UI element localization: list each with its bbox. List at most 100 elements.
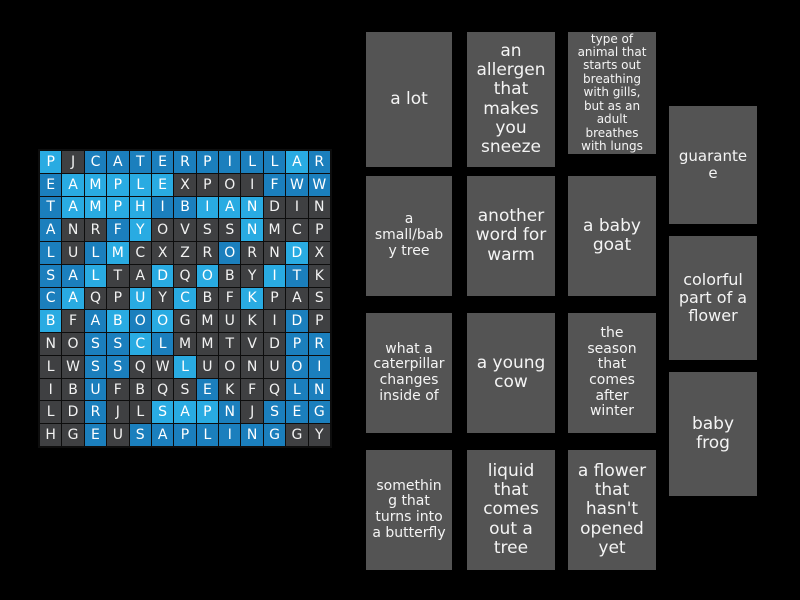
grid-cell[interactable]: S — [219, 219, 241, 242]
card-spring-desc[interactable]: the season that comes after winter — [568, 313, 656, 433]
grid-cell[interactable]: M — [196, 333, 219, 355]
grid-cell[interactable]: V — [174, 219, 196, 242]
grid-cell[interactable]: W — [62, 355, 84, 378]
grid-cell[interactable]: P — [40, 151, 62, 173]
grid-cell[interactable]: P — [107, 287, 129, 310]
grid-cell[interactable]: U — [219, 310, 241, 333]
card-baby-goat[interactable]: a baby goat — [568, 176, 656, 296]
grid-cell[interactable]: A — [129, 264, 151, 287]
grid-cell[interactable]: P — [107, 196, 129, 219]
grid-cell[interactable]: C — [129, 333, 151, 355]
grid-cell[interactable]: S — [308, 287, 330, 310]
grid-cell[interactable]: N — [241, 355, 263, 378]
card-sap-desc[interactable]: liquid that comes out a tree — [467, 450, 555, 570]
grid-cell[interactable]: L — [84, 264, 107, 287]
grid-cell[interactable]: M — [107, 242, 129, 264]
grid-cell[interactable]: S — [263, 401, 286, 424]
grid-cell[interactable]: L — [40, 242, 62, 264]
grid-cell[interactable]: A — [62, 287, 84, 310]
grid-cell[interactable]: O — [62, 333, 84, 355]
grid-cell[interactable]: M — [174, 333, 196, 355]
grid-cell[interactable]: U — [263, 355, 286, 378]
grid-cell[interactable]: F — [219, 287, 241, 310]
grid-cell[interactable]: V — [241, 333, 263, 355]
grid-cell[interactable]: N — [241, 196, 263, 219]
grid-cell[interactable]: A — [219, 196, 241, 219]
grid-cell[interactable]: B — [107, 310, 129, 333]
grid-cell[interactable]: H — [40, 424, 62, 446]
grid-cell[interactable]: G — [62, 424, 84, 446]
grid-cell[interactable]: A — [107, 151, 129, 173]
grid-cell[interactable]: I — [308, 355, 330, 378]
grid-cell[interactable]: A — [40, 219, 62, 242]
grid-cell[interactable]: E — [40, 173, 62, 196]
grid-cell[interactable]: L — [241, 151, 263, 173]
grid-cell[interactable]: C — [129, 242, 151, 264]
grid-cell[interactable]: A — [62, 173, 84, 196]
grid-cell[interactable]: O — [151, 219, 174, 242]
grid-cell[interactable]: F — [107, 378, 129, 401]
grid-cell[interactable]: E — [196, 378, 219, 401]
grid-cell[interactable]: I — [196, 196, 219, 219]
grid-cell[interactable]: K — [308, 264, 330, 287]
grid-cell[interactable]: G — [286, 424, 308, 446]
grid-cell[interactable]: E — [286, 401, 308, 424]
grid-cell[interactable]: D — [263, 196, 286, 219]
grid-cell[interactable]: E — [151, 151, 174, 173]
grid-cell[interactable]: N — [241, 424, 263, 446]
grid-cell[interactable]: P — [308, 219, 330, 242]
grid-cell[interactable]: F — [62, 310, 84, 333]
grid-cell[interactable]: N — [263, 242, 286, 264]
grid-cell[interactable]: C — [174, 287, 196, 310]
grid-cell[interactable]: U — [107, 424, 129, 446]
grid-cell[interactable]: S — [84, 355, 107, 378]
grid-cell[interactable]: Q — [174, 264, 196, 287]
grid-cell[interactable]: P — [196, 401, 219, 424]
grid-cell[interactable]: S — [129, 424, 151, 446]
card-sapling-desc[interactable]: a small/baby tree — [366, 176, 452, 296]
grid-cell[interactable]: N — [308, 196, 330, 219]
grid-cell[interactable]: Q — [263, 378, 286, 401]
grid-cell[interactable]: I — [263, 310, 286, 333]
grid-cell[interactable]: W — [308, 173, 330, 196]
grid-cell[interactable]: X — [151, 242, 174, 264]
card-tadpole[interactable]: baby frog — [669, 372, 757, 496]
grid-cell[interactable]: Q — [129, 355, 151, 378]
grid-cell[interactable]: N — [241, 219, 263, 242]
grid-cell[interactable]: A — [286, 287, 308, 310]
grid-cell[interactable]: W — [286, 173, 308, 196]
grid-cell[interactable]: F — [241, 378, 263, 401]
card-allergen[interactable]: an allergen that makes you sneeze — [467, 32, 555, 167]
grid-cell[interactable]: J — [107, 401, 129, 424]
grid-cell[interactable]: R — [174, 151, 196, 173]
grid-cell[interactable]: B — [129, 378, 151, 401]
card-amphibian-desc[interactable]: type of animal that starts out breathing… — [568, 32, 656, 154]
grid-cell[interactable]: M — [196, 310, 219, 333]
grid-cell[interactable]: B — [40, 310, 62, 333]
grid-cell[interactable]: O — [151, 310, 174, 333]
grid-cell[interactable]: O — [219, 173, 241, 196]
grid-cell[interactable]: S — [84, 333, 107, 355]
grid-cell[interactable]: Q — [151, 378, 174, 401]
grid-cell[interactable]: O — [196, 264, 219, 287]
grid-cell[interactable]: I — [263, 264, 286, 287]
grid-cell[interactable]: T — [40, 196, 62, 219]
grid-cell[interactable]: A — [286, 151, 308, 173]
grid-cell[interactable]: Y — [308, 424, 330, 446]
grid-cell[interactable]: U — [129, 287, 151, 310]
grid-cell[interactable]: N — [308, 378, 330, 401]
card-calf-desc[interactable]: a young cow — [467, 313, 555, 433]
grid-cell[interactable]: B — [174, 196, 196, 219]
grid-cell[interactable]: M — [263, 219, 286, 242]
grid-cell[interactable]: B — [196, 287, 219, 310]
grid-cell[interactable]: D — [263, 333, 286, 355]
grid-cell[interactable]: X — [174, 173, 196, 196]
grid-cell[interactable]: J — [62, 151, 84, 173]
grid-cell[interactable]: S — [40, 264, 62, 287]
grid-cell[interactable]: L — [40, 355, 62, 378]
grid-cell[interactable]: G — [263, 424, 286, 446]
grid-cell[interactable]: P — [174, 424, 196, 446]
grid-cell[interactable]: F — [263, 173, 286, 196]
grid-cell[interactable]: D — [62, 401, 84, 424]
grid-cell[interactable]: X — [308, 242, 330, 264]
